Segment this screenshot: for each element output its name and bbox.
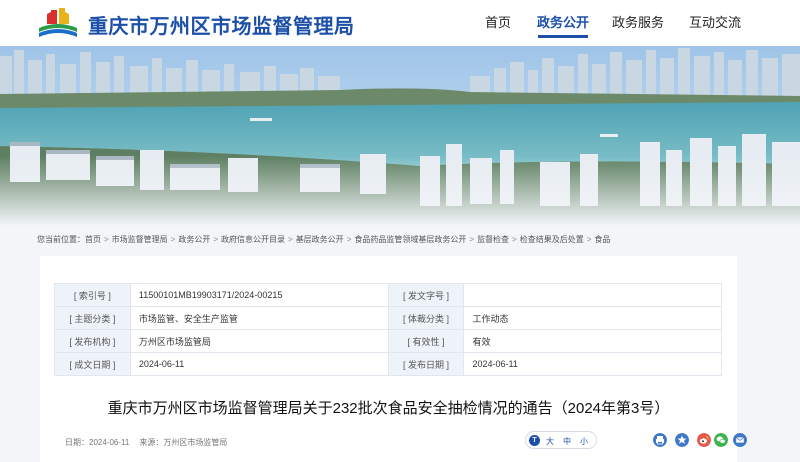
nav-active-indicator (538, 35, 588, 38)
breadcrumb-separator: > (213, 235, 219, 244)
breadcrumb-item-inspection[interactable]: 监督检查 (477, 235, 509, 244)
meta-value-topic: 市场监管、安全生产监管 (129, 306, 389, 330)
breadcrumb-item-home[interactable]: 首页 (85, 235, 101, 244)
meta-value-publish-date: 2024-06-11 (463, 352, 722, 376)
meta-value-index-number: 11500101MB19903171/2024-00215 (129, 283, 389, 307)
font-size-medium-button[interactable]: 中 (563, 436, 571, 447)
table-row: [ 主题分类 ] 市场监管、安全生产监管 [ 体裁分类 ] 工作动态 (54, 306, 722, 330)
meta-value-genre: 工作动态 (463, 306, 722, 330)
table-row: [ 索引号 ] 11500101MB19903171/2024-00215 [ … (54, 283, 722, 307)
meta-label-publish-date: [ 发布日期 ] (387, 352, 465, 376)
site-header: 重庆市万州区市场监督管理局 首页 政务公开 政务服务 互动交流 (0, 0, 800, 46)
article-title: 重庆市万州区市场监督管理局关于232批次食品安全抽检情况的通告（2024年第3号… (107, 400, 670, 417)
font-size-icon: T (529, 435, 540, 446)
article-card: [ 索引号 ] 11500101MB19903171/2024-00215 [ … (40, 256, 747, 462)
site-title[interactable]: 重庆市万州区市场监督管理局 (88, 10, 355, 39)
breadcrumb: 您当前位置：首页 > 市场监督管理局 > 政务公开 > 政府信息公开目录 > 基层政务公开 > 食品… (37, 234, 610, 245)
nav-interaction[interactable]: 互动交流 (689, 12, 741, 31)
nav-home[interactable]: 首页 (485, 12, 511, 31)
breadcrumb-separator: > (346, 235, 352, 244)
meta-label-validity: [ 有效性 ] (387, 329, 465, 353)
table-row: [ 成文日期 ] 2024-06-11 [ 发布日期 ] 2024-06-11 (54, 352, 722, 376)
print-icon[interactable] (653, 433, 667, 447)
breadcrumb-separator: > (469, 235, 475, 244)
breadcrumb-prefix: 您当前位置： (37, 235, 85, 244)
meta-label-genre: [ 体裁分类 ] (387, 306, 465, 330)
site-logo-icon[interactable] (37, 8, 79, 38)
breadcrumb-item-results[interactable]: 检查结果及后处置 (520, 235, 584, 244)
font-size-large-button[interactable]: 大 (546, 436, 554, 447)
table-row: [ 发布机构 ] 万州区市场监管局 [ 有效性 ] 有效 (54, 329, 722, 353)
meta-label-written-date: [ 成文日期 ] (54, 352, 131, 376)
city-banner-image (0, 46, 800, 226)
meta-value-written-date: 2024-06-11 (129, 352, 389, 376)
qzone-icon[interactable] (675, 433, 689, 447)
breadcrumb-item-catalog[interactable]: 政府信息公开目录 (221, 235, 285, 244)
meta-label-publisher: [ 发布机构 ] (54, 329, 131, 353)
breadcrumb-separator: > (288, 235, 293, 244)
breadcrumb-item-food[interactable]: 食品 (594, 235, 610, 244)
breadcrumb-item-affairs[interactable]: 政务公开 (178, 235, 210, 244)
breadcrumb-item-food-drug[interactable]: 食品药品监管领域基层政务公开 (354, 235, 466, 244)
nav-government-affairs[interactable]: 政务公开 (537, 12, 589, 31)
meta-value-publisher: 万州区市场监管局 (129, 329, 389, 353)
breadcrumb-separator: > (512, 235, 517, 244)
meta-value-document-number (463, 283, 722, 307)
breadcrumb-item-bureau[interactable]: 市场监督管理局 (112, 235, 168, 244)
email-icon[interactable] (733, 433, 747, 447)
breadcrumb-separator: > (170, 235, 176, 244)
meta-value-validity: 有效 (463, 329, 722, 353)
nav-government-services[interactable]: 政务服务 (612, 12, 664, 31)
article-info-line: 日期：2024-06-11 来源：万州区市场监管局 (65, 437, 227, 448)
wechat-icon[interactable] (714, 433, 728, 447)
breadcrumb-separator: > (586, 235, 592, 244)
article-date: 日期：2024-06-11 (65, 438, 130, 447)
font-size-switcher: T 大 中 小 (525, 431, 597, 449)
weibo-icon[interactable] (697, 433, 711, 447)
font-size-small-button[interactable]: 小 (580, 436, 588, 447)
article-source: 来源：万州区市场监管局 (139, 438, 228, 447)
breadcrumb-item-grassroots[interactable]: 基层政务公开 (296, 235, 344, 244)
document-meta-table: [ 索引号 ] 11500101MB19903171/2024-00215 [ … (54, 283, 722, 376)
meta-label-index-number: [ 索引号 ] (54, 283, 131, 307)
breadcrumb-separator: > (104, 235, 109, 244)
meta-label-document-number: [ 发文字号 ] (387, 283, 465, 307)
meta-label-topic: [ 主题分类 ] (54, 306, 131, 330)
